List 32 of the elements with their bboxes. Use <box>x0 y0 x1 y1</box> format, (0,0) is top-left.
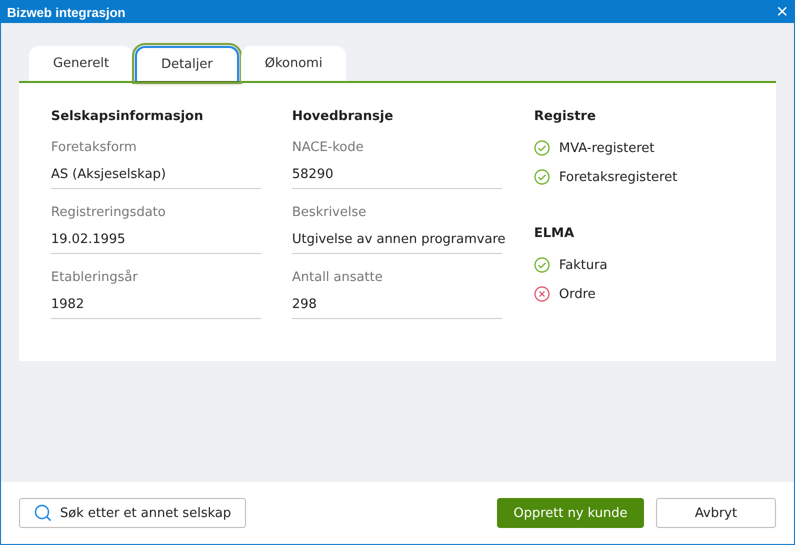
field-value: 19.02.1995 <box>51 232 261 254</box>
tab[interactable]: Generelt <box>29 46 134 81</box>
check-circle-icon <box>534 169 550 185</box>
field-label: NACE-kode <box>292 140 365 155</box>
status-label: Foretaksregisteret <box>559 170 678 184</box>
close-button[interactable]: × <box>776 3 788 21</box>
status-label: MVA-registeret <box>559 140 655 156</box>
x-circle-icon <box>534 286 550 302</box>
section-heading: ELMA <box>534 226 576 241</box>
status-label: Faktura <box>559 258 608 272</box>
field-value: AS (Aksjeselskap) <box>51 167 261 189</box>
field-value: 298 <box>292 297 502 319</box>
field-label: Foretaksform <box>51 140 138 155</box>
field-label: Beskrivelse <box>292 205 368 220</box>
create-customer-button[interactable]: Opprett ny kunde <box>497 498 644 528</box>
window-title: Bizweb integrasjon <box>7 4 126 20</box>
section-heading: Registre <box>534 109 597 124</box>
search-icon <box>34 504 52 522</box>
field-value: 1982 <box>51 297 261 319</box>
search-company-button[interactable]: Søk etter et annet selskap <box>19 498 246 528</box>
tab[interactable]: Økonomi <box>240 46 346 81</box>
field-value: 58290 <box>292 167 502 189</box>
field-label: Registreringsdato <box>51 205 167 220</box>
tab[interactable]: Detaljer <box>135 46 239 81</box>
section-heading: Hovedbransje <box>292 109 394 124</box>
section-heading: Selskapsinformasjon <box>51 109 204 124</box>
check-circle-icon <box>534 140 550 156</box>
check-circle-icon <box>534 257 550 273</box>
cancel-button[interactable]: Avbryt <box>656 498 776 528</box>
field-label: Antall ansatte <box>292 270 384 285</box>
status-label: Ordre <box>559 286 596 302</box>
field-label: Etableringsår <box>51 270 139 285</box>
